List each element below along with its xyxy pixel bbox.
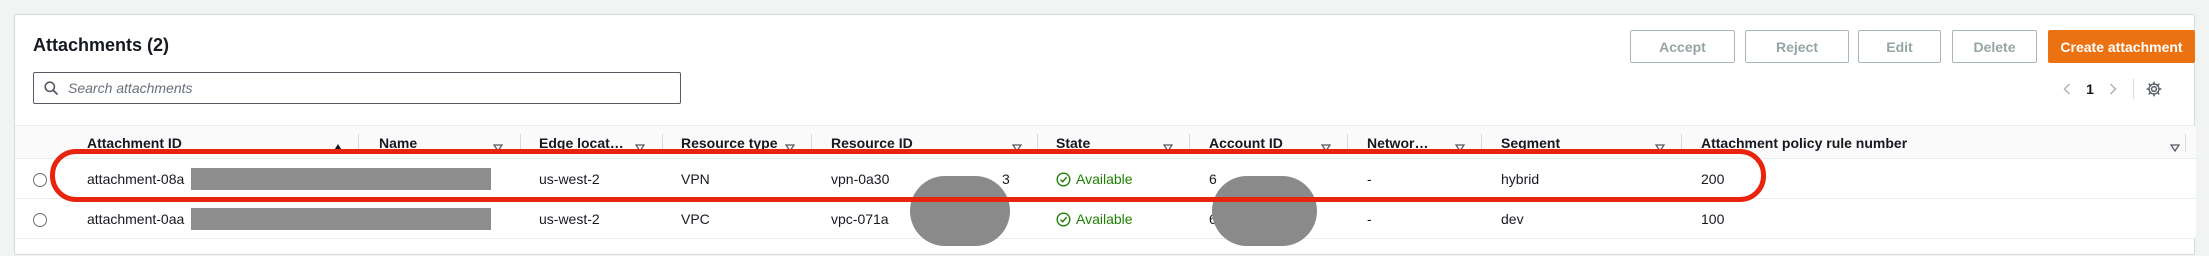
pagination: 1 xyxy=(2057,77,2164,101)
sort-icon[interactable] xyxy=(1454,139,1466,157)
column-divider xyxy=(520,134,521,152)
column-network[interactable]: Networ… xyxy=(1367,126,1451,160)
segment-cell: hybrid xyxy=(1501,171,1540,187)
accept-button[interactable]: Accept xyxy=(1630,30,1735,63)
redaction-bar xyxy=(191,168,491,190)
chevron-left-icon[interactable] xyxy=(2057,83,2077,95)
column-divider xyxy=(1347,134,1348,152)
sort-icon[interactable] xyxy=(634,139,646,157)
panel-title: Attachments (2) xyxy=(33,35,170,55)
redaction-blob xyxy=(910,176,1010,246)
pager-divider xyxy=(2133,79,2134,99)
search-field[interactable] xyxy=(33,72,681,104)
state-text: Available xyxy=(1076,211,1133,227)
column-state[interactable]: State xyxy=(1056,126,1090,160)
gear-icon[interactable] xyxy=(2144,81,2164,97)
sort-icon[interactable] xyxy=(1320,139,1332,157)
redaction-blob xyxy=(1212,176,1317,246)
edge-location-cell: us-west-2 xyxy=(539,211,600,227)
column-divider xyxy=(1037,134,1038,152)
sort-icon[interactable] xyxy=(2169,139,2181,157)
resource-type-cell: VPC xyxy=(681,211,710,227)
row-select-radio[interactable] xyxy=(33,173,47,187)
network-cell: - xyxy=(1367,171,1372,187)
policy-rule-number-cell: 200 xyxy=(1701,171,1725,187)
edit-button[interactable]: Edit xyxy=(1858,30,1941,63)
column-name[interactable]: Name xyxy=(379,126,417,160)
sort-icon[interactable] xyxy=(1162,139,1174,157)
create-attachment-button[interactable]: Create attachment xyxy=(2048,30,2195,63)
redaction-bar xyxy=(191,208,491,230)
column-resource-id[interactable]: Resource ID xyxy=(831,126,913,160)
current-page[interactable]: 1 xyxy=(2077,81,2103,97)
row-select-radio[interactable] xyxy=(33,213,47,227)
attachment-id-cell[interactable]: attachment-0aa xyxy=(87,199,184,239)
column-divider xyxy=(1189,134,1190,152)
edge-location-cell: us-west-2 xyxy=(539,171,600,187)
policy-rule-number-cell: 100 xyxy=(1701,211,1725,227)
attachments-panel: Attachments (2) Accept Reject Edit Delet… xyxy=(14,14,2196,255)
sort-icon[interactable] xyxy=(492,139,504,157)
sort-icon[interactable] xyxy=(1654,139,1666,157)
resource-id-cell[interactable]: vpc-071a xyxy=(831,199,889,239)
column-account-id[interactable]: Account ID xyxy=(1209,126,1283,160)
column-segment[interactable]: Segment xyxy=(1501,126,1560,160)
attachments-table: Attachment ID Name Edge locat… Resource … xyxy=(15,125,2196,246)
segment-cell: dev xyxy=(1501,211,1524,227)
sort-icon[interactable] xyxy=(784,139,796,157)
column-policy-rule-number[interactable]: Attachment policy rule number xyxy=(1701,126,1907,160)
resource-type-cell: VPN xyxy=(681,171,710,187)
sort-icon[interactable] xyxy=(1011,139,1023,157)
check-circle-icon xyxy=(1056,171,1071,187)
table-header: Attachment ID Name Edge locat… Resource … xyxy=(15,125,2196,159)
search-input[interactable] xyxy=(66,79,646,97)
column-divider xyxy=(1481,134,1482,152)
chevron-right-icon[interactable] xyxy=(2103,83,2123,95)
column-attachment-id[interactable]: Attachment ID xyxy=(87,126,182,160)
search-icon xyxy=(44,81,58,95)
state-cell: Available xyxy=(1056,159,1133,199)
column-resource-type[interactable]: Resource type xyxy=(681,126,777,160)
column-divider xyxy=(662,134,663,152)
column-divider xyxy=(2185,134,2186,152)
sort-ascending-icon[interactable] xyxy=(333,139,343,157)
table-row[interactable]: attachment-0aa us-west-2 VPC vpc-071a Av… xyxy=(15,199,2196,239)
column-divider xyxy=(1681,134,1682,152)
column-divider xyxy=(811,134,812,152)
network-cell: - xyxy=(1367,211,1372,227)
resource-id-cell[interactable]: vpn-0a30 xyxy=(831,159,889,199)
state-cell: Available xyxy=(1056,199,1133,239)
state-text: Available xyxy=(1076,171,1133,187)
reject-button[interactable]: Reject xyxy=(1745,30,1849,63)
delete-button[interactable]: Delete xyxy=(1952,30,2037,63)
column-divider xyxy=(358,134,359,152)
attachment-id-cell[interactable]: attachment-08a xyxy=(87,159,184,199)
check-circle-icon xyxy=(1056,211,1071,227)
column-edge-location[interactable]: Edge locat… xyxy=(539,126,649,160)
table-row[interactable]: attachment-08a us-west-2 VPN vpn-0a30 3 … xyxy=(15,159,2196,199)
